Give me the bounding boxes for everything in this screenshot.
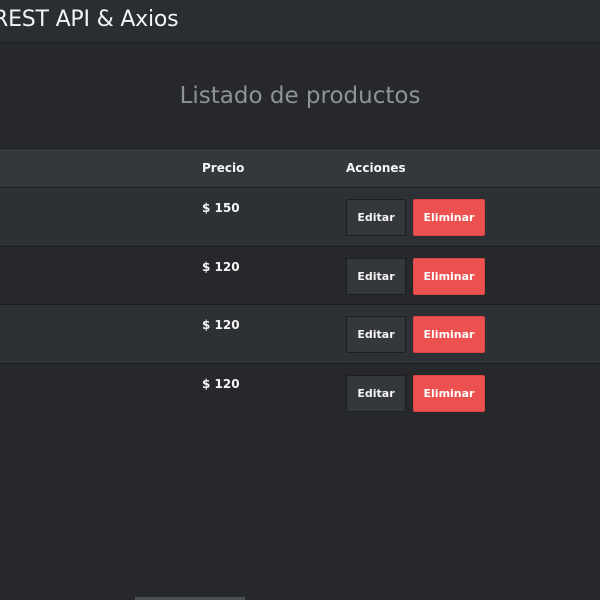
products-table: Precio Acciones $ 150 Editar Eliminar $ …: [0, 148, 600, 422]
product-price: $ 150: [202, 201, 240, 215]
column-header-price: Precio: [202, 161, 245, 175]
table-header: Precio Acciones: [0, 148, 600, 188]
page-title-text: Listado de productos: [179, 83, 421, 109]
product-price: $ 120: [202, 259, 240, 274]
page-title: Listado de productos: [0, 83, 600, 109]
delete-button[interactable]: Eliminar: [413, 257, 485, 295]
delete-button[interactable]: Eliminar: [413, 374, 485, 412]
column-header-actions: Acciones: [346, 161, 406, 175]
table-row: $ 150 Editar Eliminar: [0, 188, 600, 247]
navbar-brand[interactable]: REST API & Axios: [0, 7, 179, 32]
edit-button[interactable]: Editar: [346, 257, 406, 295]
edit-button[interactable]: Editar: [346, 316, 406, 353]
page: REST API & Axios Listado de productos Pr…: [0, 0, 600, 600]
edit-button[interactable]: Editar: [346, 374, 406, 412]
delete-button[interactable]: Eliminar: [413, 199, 485, 236]
product-price: $ 120: [202, 376, 240, 391]
table-row: $ 120 Editar Eliminar: [0, 246, 600, 305]
delete-button[interactable]: Eliminar: [413, 316, 485, 353]
navbar: REST API & Axios: [0, 0, 600, 43]
table-row: $ 120 Editar Eliminar: [0, 363, 600, 422]
product-price: $ 120: [202, 318, 240, 332]
edit-button[interactable]: Editar: [346, 199, 406, 236]
table-row: $ 120 Editar Eliminar: [0, 305, 600, 364]
